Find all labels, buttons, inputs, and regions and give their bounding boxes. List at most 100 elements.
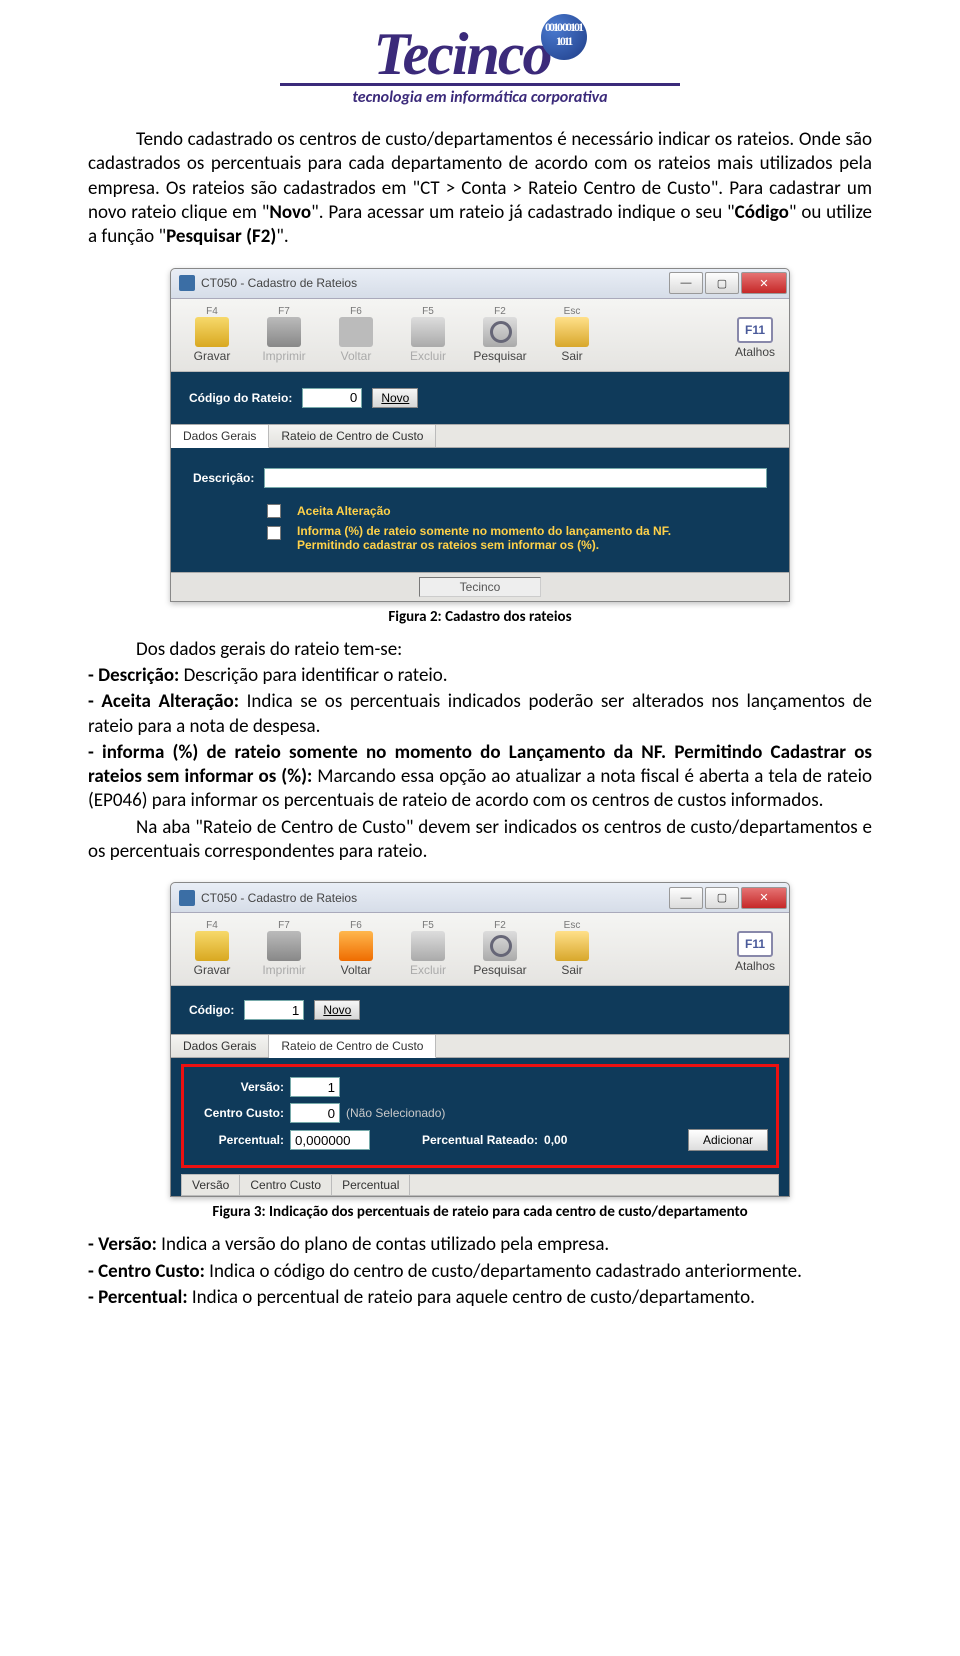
toolbar-excluir-button: F5Excluir [393,917,463,981]
codigo-label: Código: [189,1003,234,1017]
label: - Percentual: [88,1286,192,1309]
toolbar-label: Sair [561,963,582,977]
toolbar-pesquisar-button[interactable]: F2Pesquisar [465,917,535,981]
figure-caption-2: Figura 2: Cadastro dos rateios [88,608,872,626]
col-percentual: Percentual [332,1175,410,1195]
paragraph-dados-gerais: Dos dados gerais do rateio tem-se: [88,638,872,662]
titlebar[interactable]: CT050 - Cadastro de Rateios — ▢ ✕ [171,269,789,299]
centro-custo-input[interactable] [290,1103,340,1123]
text-bold: Novo [269,201,311,224]
toolbar: F4GravarF7ImprimirF6VoltarF5ExcluirF2Pes… [171,299,789,372]
pesquisar-icon [483,931,517,961]
text: ". Para acessar um rateio já cadastrado … [311,201,735,224]
adicionar-button[interactable]: Adicionar [688,1129,768,1151]
window-title: CT050 - Cadastro de Rateios [201,276,357,290]
excluir-icon [411,317,445,347]
codigo-panel: Código: Novo [171,986,789,1034]
statusbar: Tecinco [171,572,789,601]
toolbar-excluir-button: F5Excluir [393,303,463,367]
checkbox-informa-percentual[interactable] [267,526,281,540]
atalhos-label: Atalhos [735,345,775,359]
tab-dados-gerais[interactable]: Dados Gerais [171,1035,269,1057]
toolbar-label: Pesquisar [473,349,526,363]
toolbar-imprimir-button: F7Imprimir [249,917,319,981]
text: Descrição para identificar o rateio. [184,664,448,687]
toolbar-sair-button[interactable]: EscSair [537,917,607,981]
novo-button[interactable]: Novo [372,388,418,408]
text: Indica a versão do plano de contas utili… [161,1233,609,1256]
imprimir-icon [267,317,301,347]
toolbar-label: Pesquisar [473,963,526,977]
close-button[interactable]: ✕ [741,887,787,909]
sair-icon [555,931,589,961]
tab-dados-gerais[interactable]: Dados Gerais [171,425,269,448]
versao-label: Versão: [192,1080,284,1094]
percentual-label: Percentual: [192,1133,284,1147]
novo-button[interactable]: Novo [314,1000,360,1020]
toolbar-label: Gravar [194,349,231,363]
f11-icon: F11 [737,931,773,957]
toolbar-label: Imprimir [262,963,305,977]
toolbar-label: Imprimir [262,349,305,363]
app-icon [179,275,195,291]
bullet-informa-percentual: - informa (%) de rateio somente no momen… [88,741,872,814]
versao-input[interactable] [290,1077,340,1097]
text: Indica o código do centro de custo/depar… [209,1260,802,1283]
toolbar: F4GravarF7ImprimirF6VoltarF5ExcluirF2Pes… [171,913,789,986]
toolbar-label: Excluir [410,963,446,977]
toolbar-label: Voltar [341,963,372,977]
atalhos-label: Atalhos [735,959,775,973]
centro-custo-label: Centro Custo: [192,1106,284,1120]
percentual-rateado-label: Percentual Rateado: [422,1133,538,1147]
label: - Versão: [88,1233,161,1256]
voltar-icon [339,317,373,347]
toolbar-label: Sair [561,349,582,363]
gravar-icon [195,317,229,347]
tab-rateio-centro-custo[interactable]: Rateio de Centro de Custo [269,1035,436,1058]
f11-icon: F11 [737,317,773,343]
rateio-panel: Versão: Centro Custo: (Não Selecionado) … [171,1058,789,1196]
toolbar-sair-button[interactable]: EscSair [537,303,607,367]
imprimir-icon [267,931,301,961]
codigo-rateio-input[interactable] [302,388,362,408]
toolbar-pesquisar-button[interactable]: F2Pesquisar [465,303,535,367]
toolbar-gravar-button[interactable]: F4Gravar [177,303,247,367]
voltar-icon [339,931,373,961]
descricao-input[interactable] [264,468,767,488]
figure-caption-3: Figura 3: Indicação dos percentuais de r… [88,1203,872,1221]
col-versao: Versão [182,1175,240,1195]
maximize-button[interactable]: ▢ [705,272,739,294]
checkbox-aceita-alteracao[interactable] [267,504,281,518]
bullet-percentual: - Percentual: Indica o percentual de rat… [88,1286,872,1310]
col-centro-custo: Centro Custo [240,1175,332,1195]
atalhos-button[interactable]: F11 Atalhos [727,303,783,367]
toolbar-imprimir-button: F7Imprimir [249,303,319,367]
text-bold: Código [735,201,789,224]
close-button[interactable]: ✕ [741,272,787,294]
percentual-input[interactable] [290,1130,370,1150]
toolbar-voltar-button[interactable]: F6Voltar [321,917,391,981]
minimize-button[interactable]: — [669,272,703,294]
atalhos-button[interactable]: F11 Atalhos [727,917,783,981]
bullet-centro-custo: - Centro Custo: Indica o código do centr… [88,1260,872,1284]
window-title: CT050 - Cadastro de Rateios [201,891,357,905]
toolbar-gravar-button[interactable]: F4Gravar [177,917,247,981]
codigo-panel: Código do Rateio: Novo [171,372,789,424]
status-text: Tecinco [419,577,542,597]
maximize-button[interactable]: ▢ [705,887,739,909]
percentual-rateado-value: 0,00 [544,1133,567,1147]
minimize-button[interactable]: — [669,887,703,909]
table-header: Versão Centro Custo Percentual [181,1174,779,1196]
titlebar[interactable]: CT050 - Cadastro de Rateios — ▢ ✕ [171,883,789,913]
bullet-descricao: - Descrição: Descrição para identificar … [88,664,872,688]
tabs: Dados Gerais Rateio de Centro de Custo [171,1034,789,1058]
gravar-icon [195,931,229,961]
label: - Aceita Alteração: [88,690,247,713]
codigo-input[interactable] [244,1000,304,1020]
bullet-aceita-alteracao: - Aceita Alteração: Indica se os percent… [88,690,872,739]
paragraph-aba-rateio: Na aba "Rateio de Centro de Custo" devem… [88,816,872,865]
app-icon [179,890,195,906]
logo-disc-icon: 0010 00101 1011 [541,14,587,60]
tab-rateio-centro-custo[interactable]: Rateio de Centro de Custo [269,425,436,447]
sair-icon [555,317,589,347]
